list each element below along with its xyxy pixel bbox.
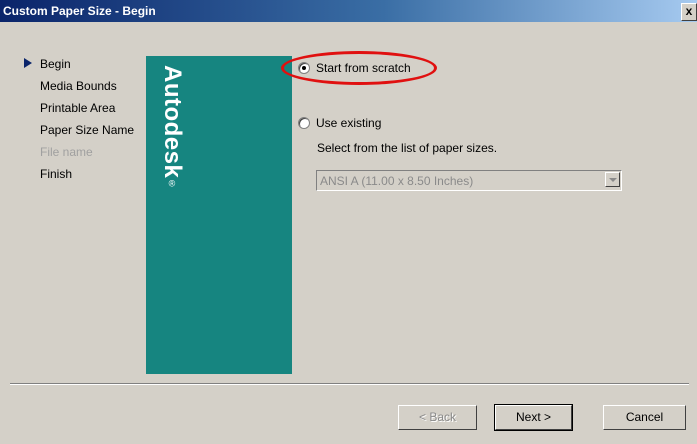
use-existing-option[interactable]: Use existing (298, 116, 381, 130)
registered-mark: ® (167, 178, 177, 189)
next-button[interactable]: Next > (494, 404, 573, 431)
start-from-scratch-radio[interactable] (298, 62, 310, 74)
cancel-button[interactable]: Cancel (603, 405, 686, 430)
start-from-scratch-label: Start from scratch (316, 61, 411, 75)
custom-paper-size-dialog: Custom Paper Size - Begin x Begin Media … (0, 0, 697, 444)
use-existing-radio[interactable] (298, 117, 310, 129)
current-step-arrow-icon (24, 58, 32, 68)
step-label: File name (40, 145, 93, 159)
step-label: Finish (40, 167, 73, 181)
existing-hint: Select from the list of paper sizes. (317, 141, 498, 155)
step-label: Begin (40, 57, 71, 71)
start-from-scratch-option[interactable]: Start from scratch (298, 61, 411, 75)
step-label: Printable Area (40, 101, 116, 115)
use-existing-label: Use existing (316, 116, 382, 130)
step-paper-size-name: Paper Size Name (22, 122, 152, 144)
title-bar[interactable]: Custom Paper Size - Begin x (0, 0, 697, 22)
autodesk-logo: Autodesk® (158, 65, 186, 189)
paper-size-select[interactable]: ANSI A (11.00 x 8.50 Inches) (316, 170, 622, 191)
step-finish: Finish (22, 166, 152, 188)
dropdown-button[interactable] (605, 172, 620, 187)
step-label: Paper Size Name (40, 123, 135, 137)
back-button[interactable]: < Back (398, 405, 477, 430)
step-file-name: File name (22, 144, 152, 166)
brand-name: Autodesk (159, 65, 186, 179)
wizard-steps: Begin Media Bounds Printable Area Paper … (22, 56, 152, 188)
step-media-bounds: Media Bounds (22, 78, 152, 100)
step-label: Media Bounds (40, 79, 117, 93)
chevron-down-icon (609, 178, 617, 182)
step-begin: Begin (22, 56, 152, 78)
paper-size-value: ANSI A (11.00 x 8.50 Inches) (320, 174, 474, 188)
window-title: Custom Paper Size - Begin (3, 4, 156, 18)
close-button[interactable]: x (681, 3, 697, 21)
footer-divider (10, 383, 689, 385)
step-printable-area: Printable Area (22, 100, 152, 122)
